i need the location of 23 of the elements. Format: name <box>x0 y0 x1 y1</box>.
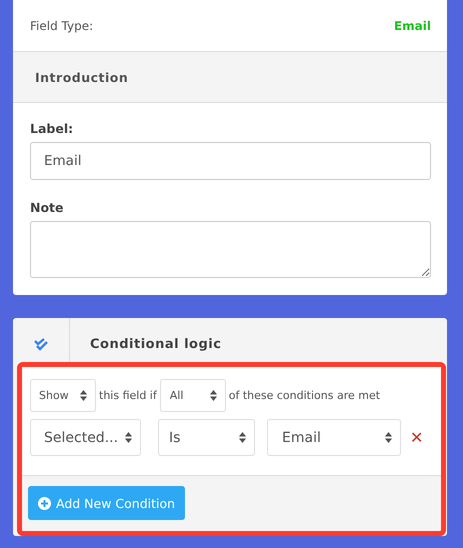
sort-caret-icon <box>385 432 392 443</box>
remove-button[interactable]: ✕ <box>410 428 424 447</box>
plus-circle-icon <box>38 496 51 510</box>
label-caption: Label: <box>30 121 74 136</box>
section-title: Conditional logic <box>89 336 222 352</box>
note-caption: Note <box>30 200 65 215</box>
rule-text: of these conditions are met <box>228 389 380 402</box>
select-field[interactable]: Show <box>30 379 96 412</box>
sort-caret-icon <box>125 432 132 443</box>
select-field[interactable]: Selected... <box>30 419 141 456</box>
sort-caret-icon <box>80 390 87 401</box>
field-type-label: Field Type: <box>30 18 94 32</box>
sort-caret-icon <box>210 390 217 401</box>
select-field[interactable]: Is <box>158 419 255 456</box>
note-textarea[interactable] <box>30 221 431 278</box>
rule-text: this field if <box>99 389 157 402</box>
double-check-icon <box>34 338 48 350</box>
select-field[interactable]: Email <box>267 419 401 456</box>
field-type-value: Email <box>394 18 431 32</box>
sort-caret-icon <box>239 432 246 443</box>
label-input[interactable]: Email <box>30 142 431 180</box>
section-title: Introduction <box>35 70 128 84</box>
select-field[interactable]: All <box>160 379 226 412</box>
